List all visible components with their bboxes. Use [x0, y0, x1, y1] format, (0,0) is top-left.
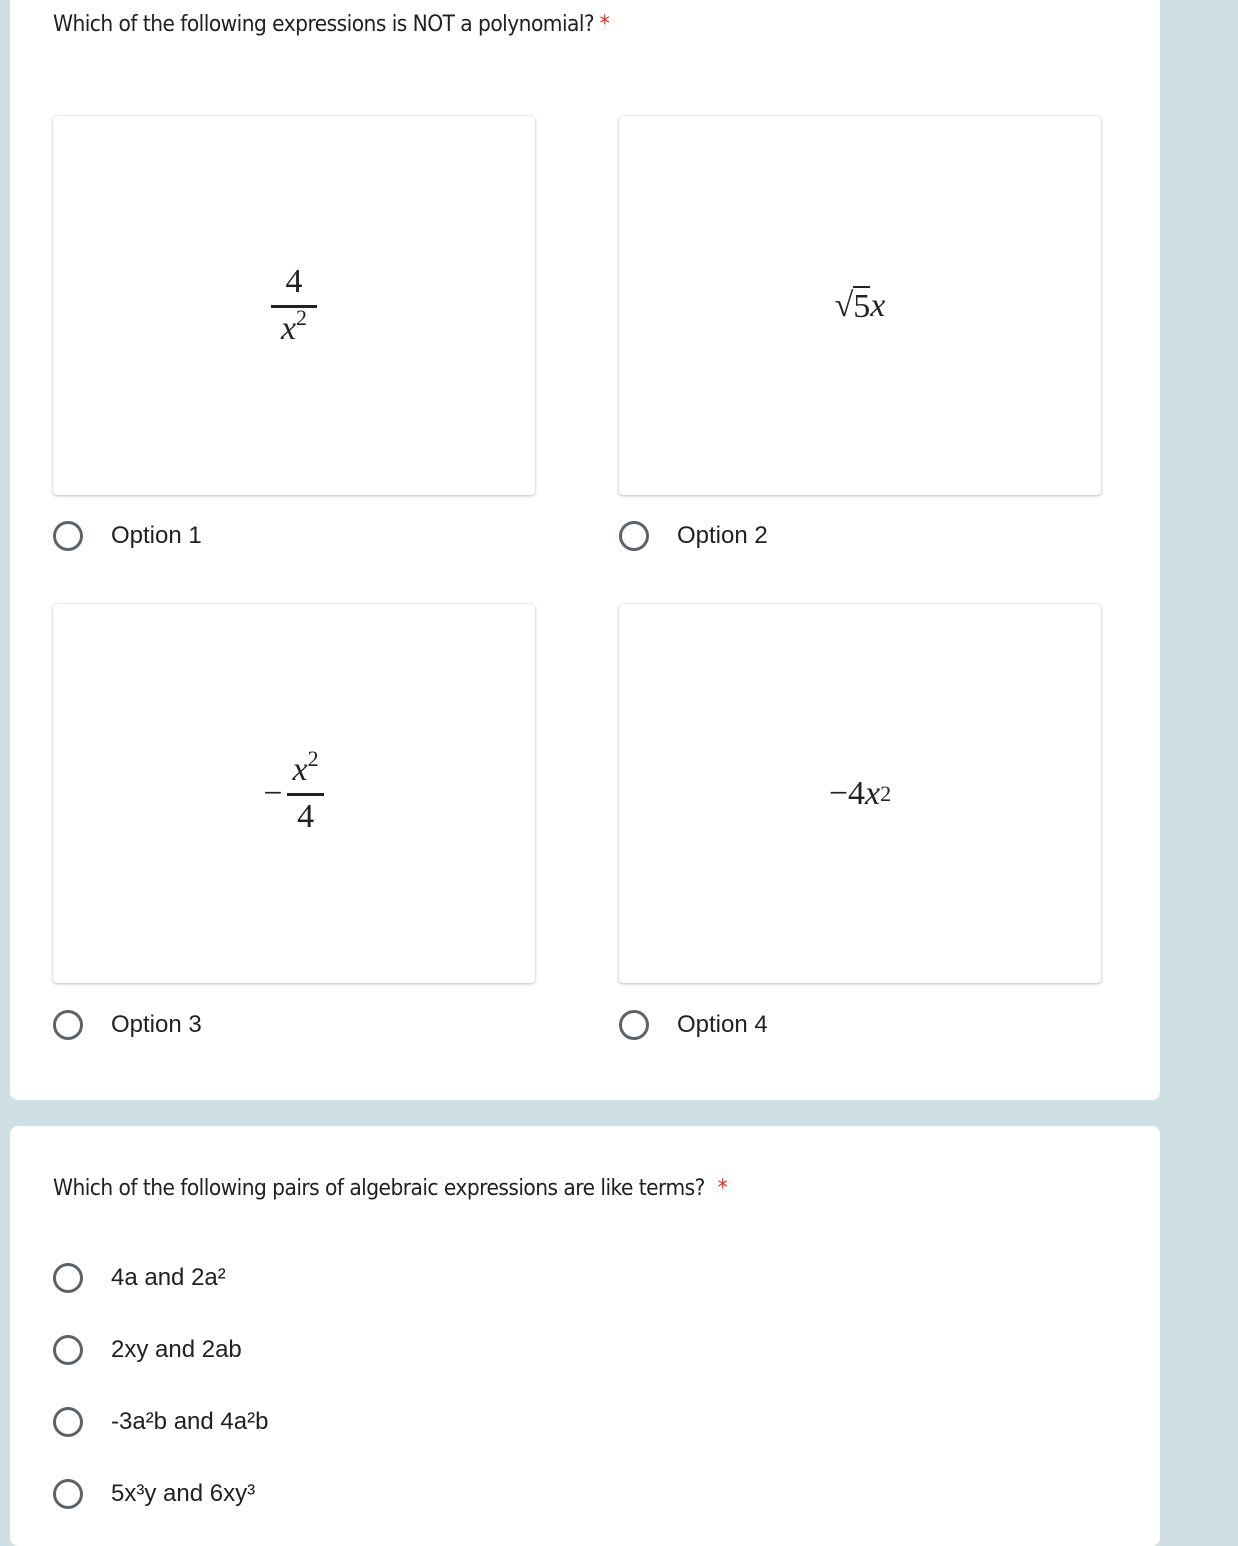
radical-sign: √	[834, 286, 854, 324]
question-card-1: Which of the following expressions is NO…	[10, 0, 1160, 1100]
numerator: 4	[285, 263, 303, 300]
option-1[interactable]: 4a and 2a²	[53, 1263, 226, 1293]
option-4[interactable]: 5x³y and 6xy³	[53, 1479, 255, 1509]
expression-neg-x-squared-over-4: − x2 4	[263, 748, 325, 836]
option-label: Option 4	[677, 1011, 768, 1038]
question-title: Which of the following pairs of algebrai…	[53, 1176, 728, 1201]
radio-button[interactable]	[53, 1407, 83, 1437]
option-1[interactable]: Option 1	[53, 521, 202, 551]
variable: x	[870, 286, 886, 324]
option-label: 2xy and 2ab	[111, 1336, 242, 1363]
option-label: 5x³y and 6xy³	[111, 1480, 256, 1507]
option-4[interactable]: Option 4	[619, 1010, 768, 1040]
radio-button[interactable]	[53, 521, 83, 551]
option-2-image: √ 5 x	[619, 116, 1101, 495]
variable: x	[865, 774, 881, 812]
expression-sqrt5-x: √ 5 x	[834, 285, 886, 326]
radio-button[interactable]	[53, 1335, 83, 1365]
expression-neg-4x-squared: −4 x 2	[828, 774, 892, 812]
denominator-base: x	[280, 310, 297, 347]
radio-button[interactable]	[53, 1263, 83, 1293]
option-3-image: − x2 4	[53, 604, 535, 983]
option-label: Option 1	[111, 522, 202, 549]
option-4-image: −4 x 2	[619, 604, 1101, 983]
radio-button[interactable]	[53, 1479, 83, 1509]
minus-sign: −	[263, 774, 283, 812]
option-2[interactable]: 2xy and 2ab	[53, 1335, 242, 1365]
expression-4-over-x-squared: 4 x2	[270, 263, 318, 348]
exponent: 2	[296, 305, 308, 330]
option-label: Option 3	[111, 1011, 202, 1038]
radio-button[interactable]	[53, 1010, 83, 1040]
numerator-base: x	[292, 751, 308, 788]
required-asterisk: *	[599, 12, 610, 37]
option-label: Option 2	[677, 522, 768, 549]
option-1-image: 4 x2	[53, 116, 535, 495]
option-3[interactable]: Option 3	[53, 1010, 202, 1040]
radio-button[interactable]	[619, 1010, 649, 1040]
exponent: 2	[307, 746, 319, 771]
radicand: 5	[853, 285, 871, 325]
question-text: Which of the following expressions is NO…	[53, 12, 595, 37]
question-text: Which of the following pairs of algebrai…	[53, 1176, 705, 1201]
option-2[interactable]: Option 2	[619, 521, 768, 551]
denominator: 4	[287, 793, 325, 836]
option-3[interactable]: -3a²b and 4a²b	[53, 1407, 268, 1437]
question-card-2: Which of the following pairs of algebrai…	[10, 1126, 1160, 1546]
option-label: 4a and 2a²	[111, 1264, 226, 1291]
coefficient: −4	[828, 774, 866, 812]
option-label: -3a²b and 4a²b	[111, 1408, 269, 1435]
required-asterisk: *	[717, 1176, 728, 1201]
question-title: Which of the following expressions is NO…	[53, 12, 610, 37]
radio-button[interactable]	[619, 521, 649, 551]
